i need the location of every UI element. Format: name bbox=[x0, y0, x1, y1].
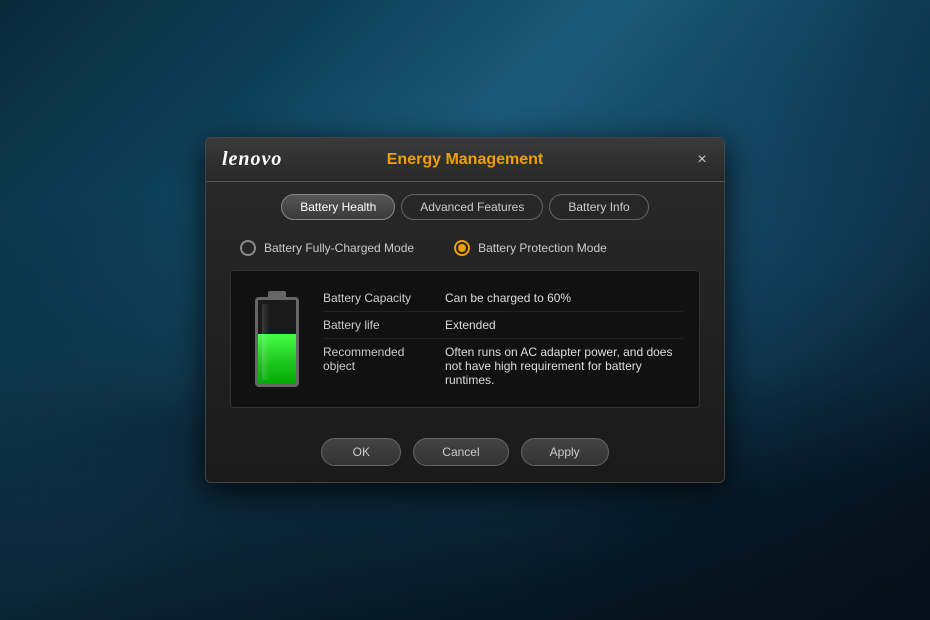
info-row-recommended: Recommended object Often runs on AC adap… bbox=[323, 339, 683, 393]
tab-battery-info[interactable]: Battery Info bbox=[549, 194, 648, 220]
recommended-value: Often runs on AC adapter power, and does… bbox=[445, 345, 683, 387]
info-row-battery-life: Battery life Extended bbox=[323, 312, 683, 339]
dialog-title: Energy Management bbox=[387, 151, 543, 169]
info-table: Battery Capacity Can be charged to 60% B… bbox=[323, 285, 683, 393]
capacity-label: Battery Capacity bbox=[323, 291, 433, 305]
radio-circle-protection bbox=[454, 240, 470, 256]
tab-bar: Battery Health Advanced Features Battery… bbox=[206, 182, 724, 228]
battery-body bbox=[255, 297, 299, 387]
battery-reflection bbox=[262, 304, 270, 380]
ok-button[interactable]: OK bbox=[321, 438, 401, 466]
button-row: OK Cancel Apply bbox=[206, 424, 724, 482]
radio-group: Battery Fully-Charged Mode Battery Prote… bbox=[230, 240, 700, 256]
lenovo-logo: lenovo bbox=[222, 148, 282, 171]
energy-management-dialog: lenovo Energy Management × Battery Healt… bbox=[205, 137, 725, 483]
tab-battery-health[interactable]: Battery Health bbox=[281, 194, 395, 220]
battery-life-label: Battery life bbox=[323, 318, 433, 332]
radio-protection-mode[interactable]: Battery Protection Mode bbox=[454, 240, 607, 256]
cancel-button[interactable]: Cancel bbox=[413, 438, 508, 466]
capacity-value: Can be charged to 60% bbox=[445, 291, 683, 305]
radio-circle-fully-charged bbox=[240, 240, 256, 256]
tab-content: Battery Fully-Charged Mode Battery Prote… bbox=[206, 228, 724, 424]
radio-fully-charged-label: Battery Fully-Charged Mode bbox=[264, 241, 414, 255]
close-button[interactable]: × bbox=[692, 150, 712, 170]
battery-icon-container bbox=[247, 285, 307, 393]
tab-advanced-features[interactable]: Advanced Features bbox=[401, 194, 543, 220]
radio-fully-charged[interactable]: Battery Fully-Charged Mode bbox=[240, 240, 414, 256]
radio-protection-label: Battery Protection Mode bbox=[478, 241, 607, 255]
recommended-label: Recommended object bbox=[323, 345, 433, 387]
apply-button[interactable]: Apply bbox=[521, 438, 609, 466]
info-row-capacity: Battery Capacity Can be charged to 60% bbox=[323, 285, 683, 312]
battery-info-panel: Battery Capacity Can be charged to 60% B… bbox=[230, 270, 700, 408]
battery-life-value: Extended bbox=[445, 318, 683, 332]
dialog-header: lenovo Energy Management × bbox=[206, 138, 724, 182]
